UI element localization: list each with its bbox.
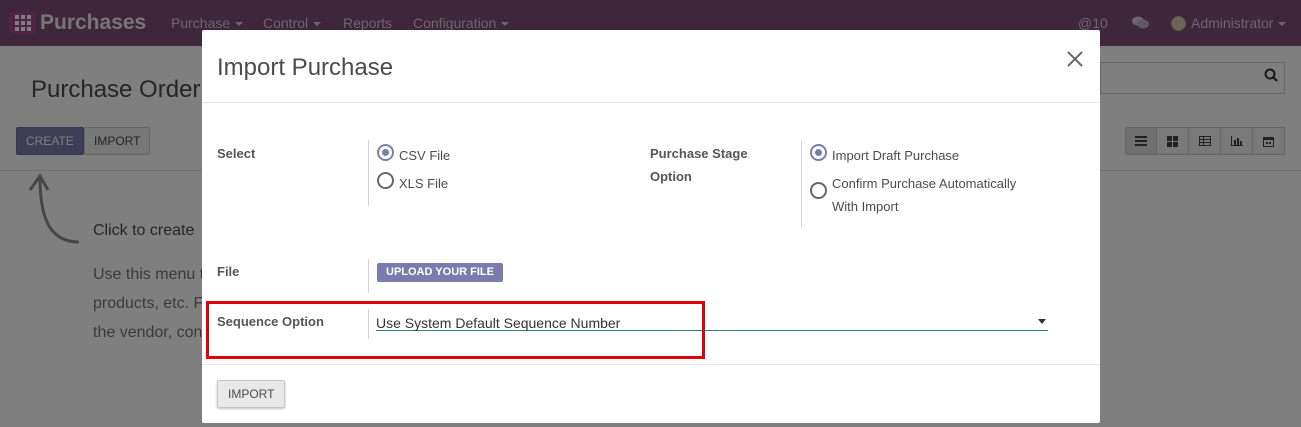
stage-label: Option [650,169,692,184]
divider [368,140,369,206]
chevron-down-icon[interactable] [1038,319,1046,324]
xls-file-radio[interactable] [377,172,394,189]
csv-file-label[interactable]: CSV File [399,148,450,163]
csv-file-radio[interactable] [377,144,394,161]
dialog-footer: IMPORT [202,364,1100,423]
import-draft-radio[interactable] [810,144,827,161]
close-icon[interactable] [1066,50,1084,68]
confirm-auto-label[interactable]: Confirm Purchase Automatically [832,176,1016,191]
highlight-box [206,301,705,359]
upload-file-button[interactable]: UPLOAD YOUR FILE [377,263,503,282]
divider [801,140,802,228]
import-draft-label[interactable]: Import Draft Purchase [832,148,959,163]
import-button[interactable]: IMPORT [217,380,286,408]
file-label: File [217,264,240,279]
confirm-auto-radio[interactable] [810,182,827,199]
divider [368,259,369,293]
stage-label: Purchase Stage [650,146,748,161]
xls-file-label[interactable]: XLS File [399,176,448,191]
confirm-auto-label[interactable]: With Import [832,199,898,214]
dialog-title: Import Purchase [217,54,394,81]
select-label: Select [217,146,256,161]
import-purchase-dialog: Import Purchase Select CSV File XLS File… [202,30,1100,423]
dialog-header: Import Purchase [202,30,1100,103]
